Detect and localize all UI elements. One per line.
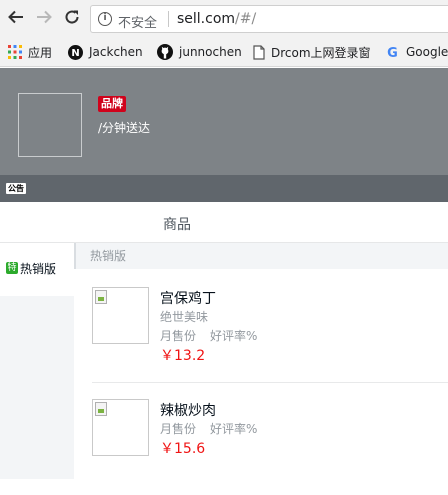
- bookmark-label: junnochen: [179, 45, 242, 59]
- food-description: 绝世美味: [160, 310, 209, 324]
- sell-count: 月售份: [160, 422, 197, 436]
- tab-bar: 商品: [0, 202, 448, 243]
- n-logo-icon: N: [68, 44, 83, 60]
- url-host: sell.com: [177, 11, 236, 27]
- url-text[interactable]: sell.com/#/: [177, 11, 256, 27]
- menu-item-hot[interactable]: 特 热销版: [0, 243, 74, 296]
- bookmark-drcom[interactable]: Drcom上网登录窗: [253, 43, 371, 61]
- github-icon: [157, 44, 173, 60]
- food-name: 宫保鸡丁: [160, 291, 216, 307]
- food-item[interactable]: 辣椒炒肉 月售份 好评率% ￥15.6: [92, 399, 448, 495]
- bulletin-bar[interactable]: 公告: [0, 175, 448, 202]
- bookmark-jackchen[interactable]: N Jackchen: [68, 43, 143, 61]
- bulletin-badge: 公告: [6, 183, 26, 194]
- delivery-description: /分钟送达: [98, 121, 151, 135]
- brand-badge: 品牌: [98, 96, 126, 112]
- food-item[interactable]: 宫保鸡丁 绝世美味 月售份 好评率% ￥13.2: [92, 287, 448, 383]
- food-price: ￥15.6: [160, 441, 206, 457]
- bookmarks-bar: 应用 N Jackchen junnochen Drcom上网登录窗 G Goo…: [0, 36, 448, 67]
- browser-toolbar: i 不安全 sell.com/#/: [0, 0, 448, 36]
- security-label[interactable]: 不安全: [118, 12, 157, 31]
- bookmark-label: Google: [406, 45, 448, 59]
- food-extra: 月售份 好评率%: [160, 420, 257, 437]
- food-price: ￥13.2: [160, 348, 206, 364]
- google-icon: G: [385, 45, 400, 60]
- address-divider: [168, 11, 169, 27]
- rating: 好评率%: [210, 329, 258, 343]
- food-image: [92, 399, 149, 456]
- svg-text:N: N: [71, 48, 79, 59]
- food-image: [92, 287, 149, 344]
- bookmark-label: Drcom上网登录窗: [271, 45, 371, 60]
- rating: 好评率%: [210, 422, 258, 436]
- broken-image-icon: [95, 290, 107, 304]
- section-title: 热销版: [74, 243, 448, 269]
- menu-item-label: 热销版: [20, 262, 57, 276]
- bookmark-label: 应用: [28, 45, 53, 60]
- bookmark-apps[interactable]: 应用: [8, 43, 52, 61]
- reload-icon[interactable]: [61, 6, 83, 28]
- apps-grid-icon: [8, 45, 22, 59]
- svg-text:G: G: [387, 46, 398, 60]
- bookmark-google[interactable]: G Google: [385, 43, 448, 61]
- menu-sidebar: 特 热销版: [0, 243, 74, 479]
- food-name: 辣椒炒肉: [160, 403, 216, 419]
- food-extra: 月售份 好评率%: [160, 327, 257, 344]
- seller-avatar: [18, 93, 82, 157]
- page-icon: [253, 44, 265, 60]
- tab-goods[interactable]: 商品: [163, 214, 191, 234]
- address-bar[interactable]: i 不安全 sell.com/#/: [90, 5, 448, 33]
- food-divider: [92, 382, 448, 383]
- url-path: /#/: [235, 11, 257, 27]
- broken-image-icon: [95, 402, 107, 416]
- forward-arrow-icon[interactable]: [33, 6, 55, 28]
- bookmark-label: Jackchen: [89, 45, 143, 59]
- info-icon[interactable]: i: [98, 12, 112, 26]
- back-arrow-icon[interactable]: [5, 6, 27, 28]
- special-icon: 特: [6, 262, 18, 274]
- sell-count: 月售份: [160, 329, 197, 343]
- seller-header: 品牌 /分钟送达 公告: [0, 68, 448, 202]
- bookmark-junnochen[interactable]: junnochen: [157, 43, 242, 61]
